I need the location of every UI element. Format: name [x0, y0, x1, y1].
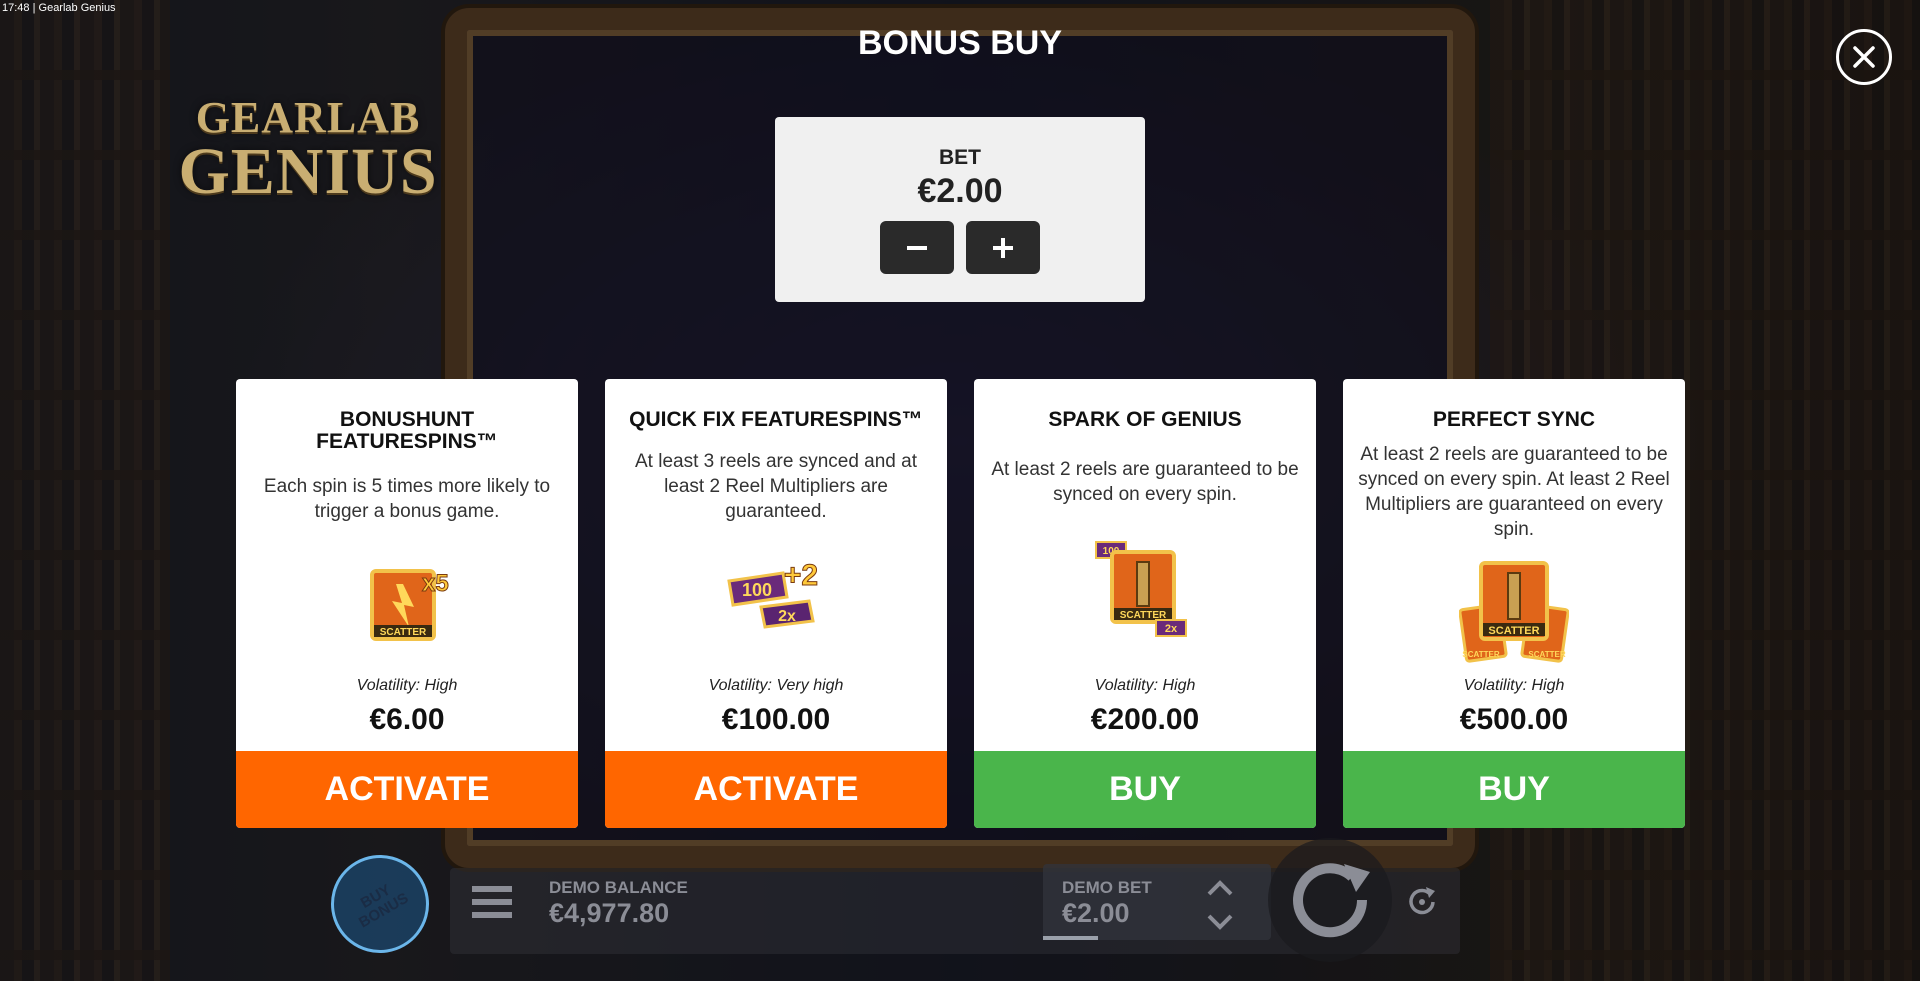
- demo-balance-value: €4,977.80: [549, 898, 670, 928]
- bet-up-down-arrows-icon[interactable]: [1204, 874, 1236, 936]
- card-title: QUICK FIX FEATURESPINS™: [629, 408, 923, 431]
- page-title: BONUS BUY: [857, 24, 1063, 62]
- scatter-tower-icon: 100 SCATTER 2x: [1095, 541, 1187, 637]
- demo-balance-label: DEMO BALANCE: [549, 878, 688, 897]
- bet-value: €2.00: [917, 172, 1003, 210]
- bet-selector: BET €2.00: [775, 117, 1145, 302]
- activate-quick-fix-button[interactable]: ACTIVATE: [605, 751, 947, 828]
- svg-text:+2: +2: [784, 559, 818, 592]
- card-volatility: Volatility: High: [1094, 677, 1196, 694]
- svg-text:SCATTER: SCATTER: [1462, 650, 1499, 659]
- card-title: BONUSHUNT FEATURESPINS™: [316, 408, 498, 453]
- app-title: Gearlab Genius: [38, 2, 116, 14]
- card-price: €500.00: [1459, 703, 1569, 736]
- bonus-card-quick-fix: QUICK FIX FEATURESPINS™ At least 3 reels…: [605, 379, 947, 828]
- card-volatility: Volatility: High: [1463, 677, 1565, 694]
- card-price: €6.00: [369, 703, 445, 736]
- bonus-options: BONUSHUNT FEATURESPINS™ Each spin is 5 t…: [236, 379, 1685, 828]
- card-title: SPARK OF GENIUS: [1048, 408, 1242, 431]
- menu-icon[interactable]: [472, 884, 512, 920]
- plus-icon: [993, 237, 1013, 258]
- card-description: Each spin is 5 times more likely to trig…: [263, 476, 551, 522]
- close-icon: [1853, 46, 1875, 68]
- bet-level-indicator: [1043, 936, 1098, 940]
- card-volatility: Volatility: High: [356, 677, 458, 694]
- card-title: PERFECT SYNC: [1432, 408, 1596, 431]
- bonus-card-spark-of-genius: SPARK OF GENIUS At least 2 reels are gua…: [974, 379, 1316, 828]
- multiplier-100-2-icon: 100 +2 2x: [727, 559, 819, 629]
- close-button[interactable]: [1836, 29, 1892, 85]
- minus-icon: [907, 245, 927, 250]
- demo-bet-label: DEMO BET: [1062, 878, 1152, 897]
- card-description: At least 2 reels are guaranteed to be sy…: [991, 459, 1299, 505]
- buy-bonus-label: BUY BONUS: [349, 877, 411, 931]
- svg-text:SCATTER: SCATTER: [1488, 625, 1539, 637]
- svg-text:100: 100: [742, 580, 772, 600]
- increase-bet-button[interactable]: [966, 221, 1040, 274]
- card-price: €100.00: [721, 703, 831, 736]
- card-price: €200.00: [1090, 703, 1200, 736]
- svg-text:2x: 2x: [778, 608, 796, 625]
- svg-text:SCATTER: SCATTER: [1528, 650, 1565, 659]
- bonus-card-perfect-sync: PERFECT SYNC At least 2 reels are guaran…: [1343, 379, 1685, 828]
- buy-perfect-sync-button[interactable]: BUY: [1343, 751, 1685, 828]
- spin-button[interactable]: [1268, 838, 1392, 962]
- logo-line-2: GENIUS: [178, 135, 438, 208]
- autoplay-icon[interactable]: [1404, 884, 1440, 920]
- scatter-x5-icon: SCATTER x5: [370, 569, 449, 641]
- card-description: At least 3 reels are synced and at least…: [635, 451, 917, 522]
- status-bar: 17:48 | Gearlab Genius: [2, 2, 116, 14]
- svg-text:SCATTER: SCATTER: [380, 627, 427, 638]
- decrease-bet-button[interactable]: [880, 221, 954, 274]
- card-volatility: Volatility: Very high: [708, 677, 844, 694]
- buy-spark-of-genius-button[interactable]: BUY: [974, 751, 1316, 828]
- activate-bonushunt-button[interactable]: ACTIVATE: [236, 751, 578, 828]
- card-description: At least 2 reels are guaranteed to be sy…: [1358, 444, 1670, 540]
- triple-scatter-icon: SCATTER SCATTER SCATTER: [1459, 561, 1569, 663]
- svg-text:x5: x5: [422, 570, 449, 597]
- bet-label: BET: [939, 146, 981, 169]
- bonus-card-bonushunt: BONUSHUNT FEATURESPINS™ Each spin is 5 t…: [236, 379, 578, 828]
- svg-text:2x: 2x: [1165, 623, 1178, 635]
- clock-time: 17:48: [2, 2, 30, 14]
- bet-buttons: [775, 221, 1145, 274]
- demo-bet-value: €2.00: [1062, 898, 1130, 928]
- game-logo: GEARLAB GENIUS: [178, 95, 438, 208]
- spin-icon: [1293, 863, 1370, 938]
